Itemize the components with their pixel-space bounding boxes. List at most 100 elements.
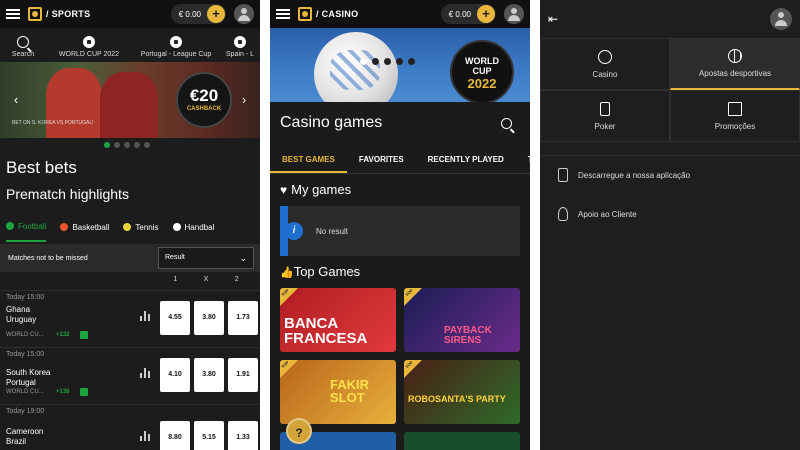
account-avatar-icon[interactable] (504, 4, 524, 24)
account-avatar-icon[interactable] (770, 8, 792, 30)
badge-year: 2022 (467, 76, 497, 91)
carousel-dot[interactable] (408, 58, 415, 65)
tab-more[interactable]: T (516, 146, 530, 173)
odd-home-button[interactable]: 4.10 (160, 358, 190, 392)
quick-nav: Search WORLD CUP 2022 Portugal - League … (0, 28, 260, 60)
promo-banner[interactable]: ‹ › €20 CASHBACK BET ON S. KOREA VS PORT… (0, 62, 260, 138)
cashback-amount: €20 (189, 86, 219, 105)
football-icon (234, 36, 246, 48)
menu-item-casino[interactable]: Casino (540, 38, 670, 90)
menu-item-label: Promoções (714, 121, 756, 131)
deposit-button[interactable]: + (207, 5, 225, 23)
quicknav-spain[interactable]: Spain - L (220, 28, 260, 60)
search-icon[interactable] (501, 118, 512, 129)
download-app-link[interactable]: Descarregue a nossa aplicação (558, 168, 690, 182)
carousel-dot[interactable] (134, 142, 140, 148)
menu-item-promotions[interactable]: Promoções (670, 90, 800, 142)
search-icon (17, 36, 29, 48)
carousel-dot[interactable] (104, 142, 110, 148)
basketball-icon (728, 49, 742, 63)
section-label: / CASINO (316, 9, 359, 19)
prematch-heading: Prematch highlights (6, 186, 129, 202)
odd-home-button[interactable]: 8.80 (160, 421, 190, 450)
carousel-dot[interactable] (114, 142, 120, 148)
game-tile[interactable]: TOP BANCA FRANCESA (280, 288, 396, 352)
basketball-icon (60, 223, 69, 231)
brand-logo-icon[interactable] (28, 7, 42, 21)
carousel-dot[interactable] (372, 58, 379, 65)
carousel-dot[interactable] (384, 58, 391, 65)
playing-card-icon (600, 101, 610, 116)
tab-basketball[interactable]: Basketball (60, 212, 109, 242)
quicknav-label: Portugal - League Cup (140, 51, 212, 58)
quicknav-search[interactable]: Search (0, 28, 46, 60)
stats-icon[interactable] (140, 431, 150, 441)
carousel-dot[interactable] (396, 58, 403, 65)
world-cup-banner[interactable]: WORLD CUP 2022 (270, 28, 530, 102)
deposit-button[interactable]: + (477, 5, 495, 23)
carousel-dot[interactable] (360, 58, 367, 65)
banner-next-icon[interactable]: › (238, 92, 250, 108)
more-markets[interactable]: +132 (56, 332, 70, 338)
home-team: Cameroon (6, 427, 44, 436)
cashback-label: CASHBACK (186, 106, 222, 112)
menu-item-sports-betting[interactable]: Apostas desportivas (670, 38, 800, 90)
cashback-badge: €20 CASHBACK (176, 72, 232, 128)
odd-draw-button[interactable]: 3.80 (194, 358, 224, 392)
tab-label: Basketball (72, 222, 110, 232)
banner-prev-icon[interactable]: ‹ (10, 92, 22, 108)
game-tile[interactable]: TOP PAYBACK SIRENS (404, 288, 520, 352)
menu-icon[interactable] (6, 9, 20, 19)
help-button[interactable]: ? (286, 418, 312, 444)
tab-best-games[interactable]: BEST GAMES (270, 146, 347, 173)
account-avatar-icon[interactable] (234, 4, 254, 24)
odd-away-button[interactable]: 1.73 (228, 301, 258, 335)
quicknav-world-cup[interactable]: WORLD CUP 2022 (46, 28, 132, 60)
handball-icon (172, 223, 181, 231)
match-row[interactable]: Today 15:00 South Korea Portugal WORLD C… (0, 347, 260, 403)
odd-draw-button[interactable]: 5.15 (194, 421, 224, 450)
match-row[interactable]: Today 15:00 Ghana Uruguay WORLD CU... +1… (0, 290, 260, 346)
divider (540, 155, 800, 156)
odd-draw-button[interactable]: 3.80 (194, 301, 224, 335)
carousel-dot[interactable] (144, 142, 150, 148)
sports-screen: / SPORTS € 0.00 + Search WORLD CUP 2022 … (0, 0, 260, 450)
chevron-down-icon: ⌄ (239, 253, 247, 263)
tab-football[interactable]: Football (6, 212, 47, 242)
game-tile[interactable]: TOP ROBOSANTA'S PARTY (404, 360, 520, 424)
more-markets[interactable]: +136 (56, 389, 70, 395)
quicknav-label: WORLD CUP 2022 (58, 51, 120, 58)
tab-recently-played[interactable]: RECENTLY PLAYED (416, 146, 516, 173)
competition: WORLD CU... (6, 332, 44, 338)
odd-home-button[interactable]: 4.55 (160, 301, 190, 335)
home-team: South Korea (6, 368, 51, 377)
top-games-heading: 👍Top Games (280, 264, 360, 279)
market-select[interactable]: Result ⌄ (158, 247, 254, 269)
customer-support-link[interactable]: Apoio ao Cliente (558, 207, 637, 221)
match-row[interactable]: Today 19:00 Cameroon Brazil 8.80 5.15 1.… (0, 404, 260, 450)
tab-favorites[interactable]: FAVORITES (347, 146, 416, 173)
stats-icon[interactable] (140, 368, 150, 378)
balance-pill[interactable]: € 0.00 + (440, 4, 496, 24)
tab-handball[interactable]: Handbal (172, 212, 214, 242)
odd-away-button[interactable]: 1.91 (228, 358, 258, 392)
odds-header-home: 1 (173, 276, 178, 283)
collapse-menu-icon[interactable]: ⇤ (548, 12, 558, 26)
brand-logo-icon[interactable] (298, 7, 312, 21)
game-tile[interactable]: TOP FAKIR SLOT (280, 360, 396, 424)
tab-tennis[interactable]: Tennis (123, 212, 159, 242)
balance-pill[interactable]: € 0.00 + (170, 4, 226, 24)
carousel-dot[interactable] (124, 142, 130, 148)
balance-amount: € 0.00 (178, 9, 201, 19)
gift-icon (728, 101, 742, 116)
stats-icon[interactable] (140, 311, 150, 321)
quicknav-portugal-league-cup[interactable]: Portugal - League Cup (132, 28, 220, 60)
casino-chip-icon (598, 49, 612, 64)
casino-topbar: / CASINO € 0.00 + (270, 0, 530, 28)
menu-item-label: Apostas desportivas (698, 69, 772, 78)
market-select-value: Result (165, 254, 185, 261)
game-tile[interactable] (404, 432, 520, 450)
menu-item-poker[interactable]: Poker (540, 90, 670, 142)
odd-away-button[interactable]: 1.33 (228, 421, 258, 450)
menu-icon[interactable] (276, 9, 290, 19)
